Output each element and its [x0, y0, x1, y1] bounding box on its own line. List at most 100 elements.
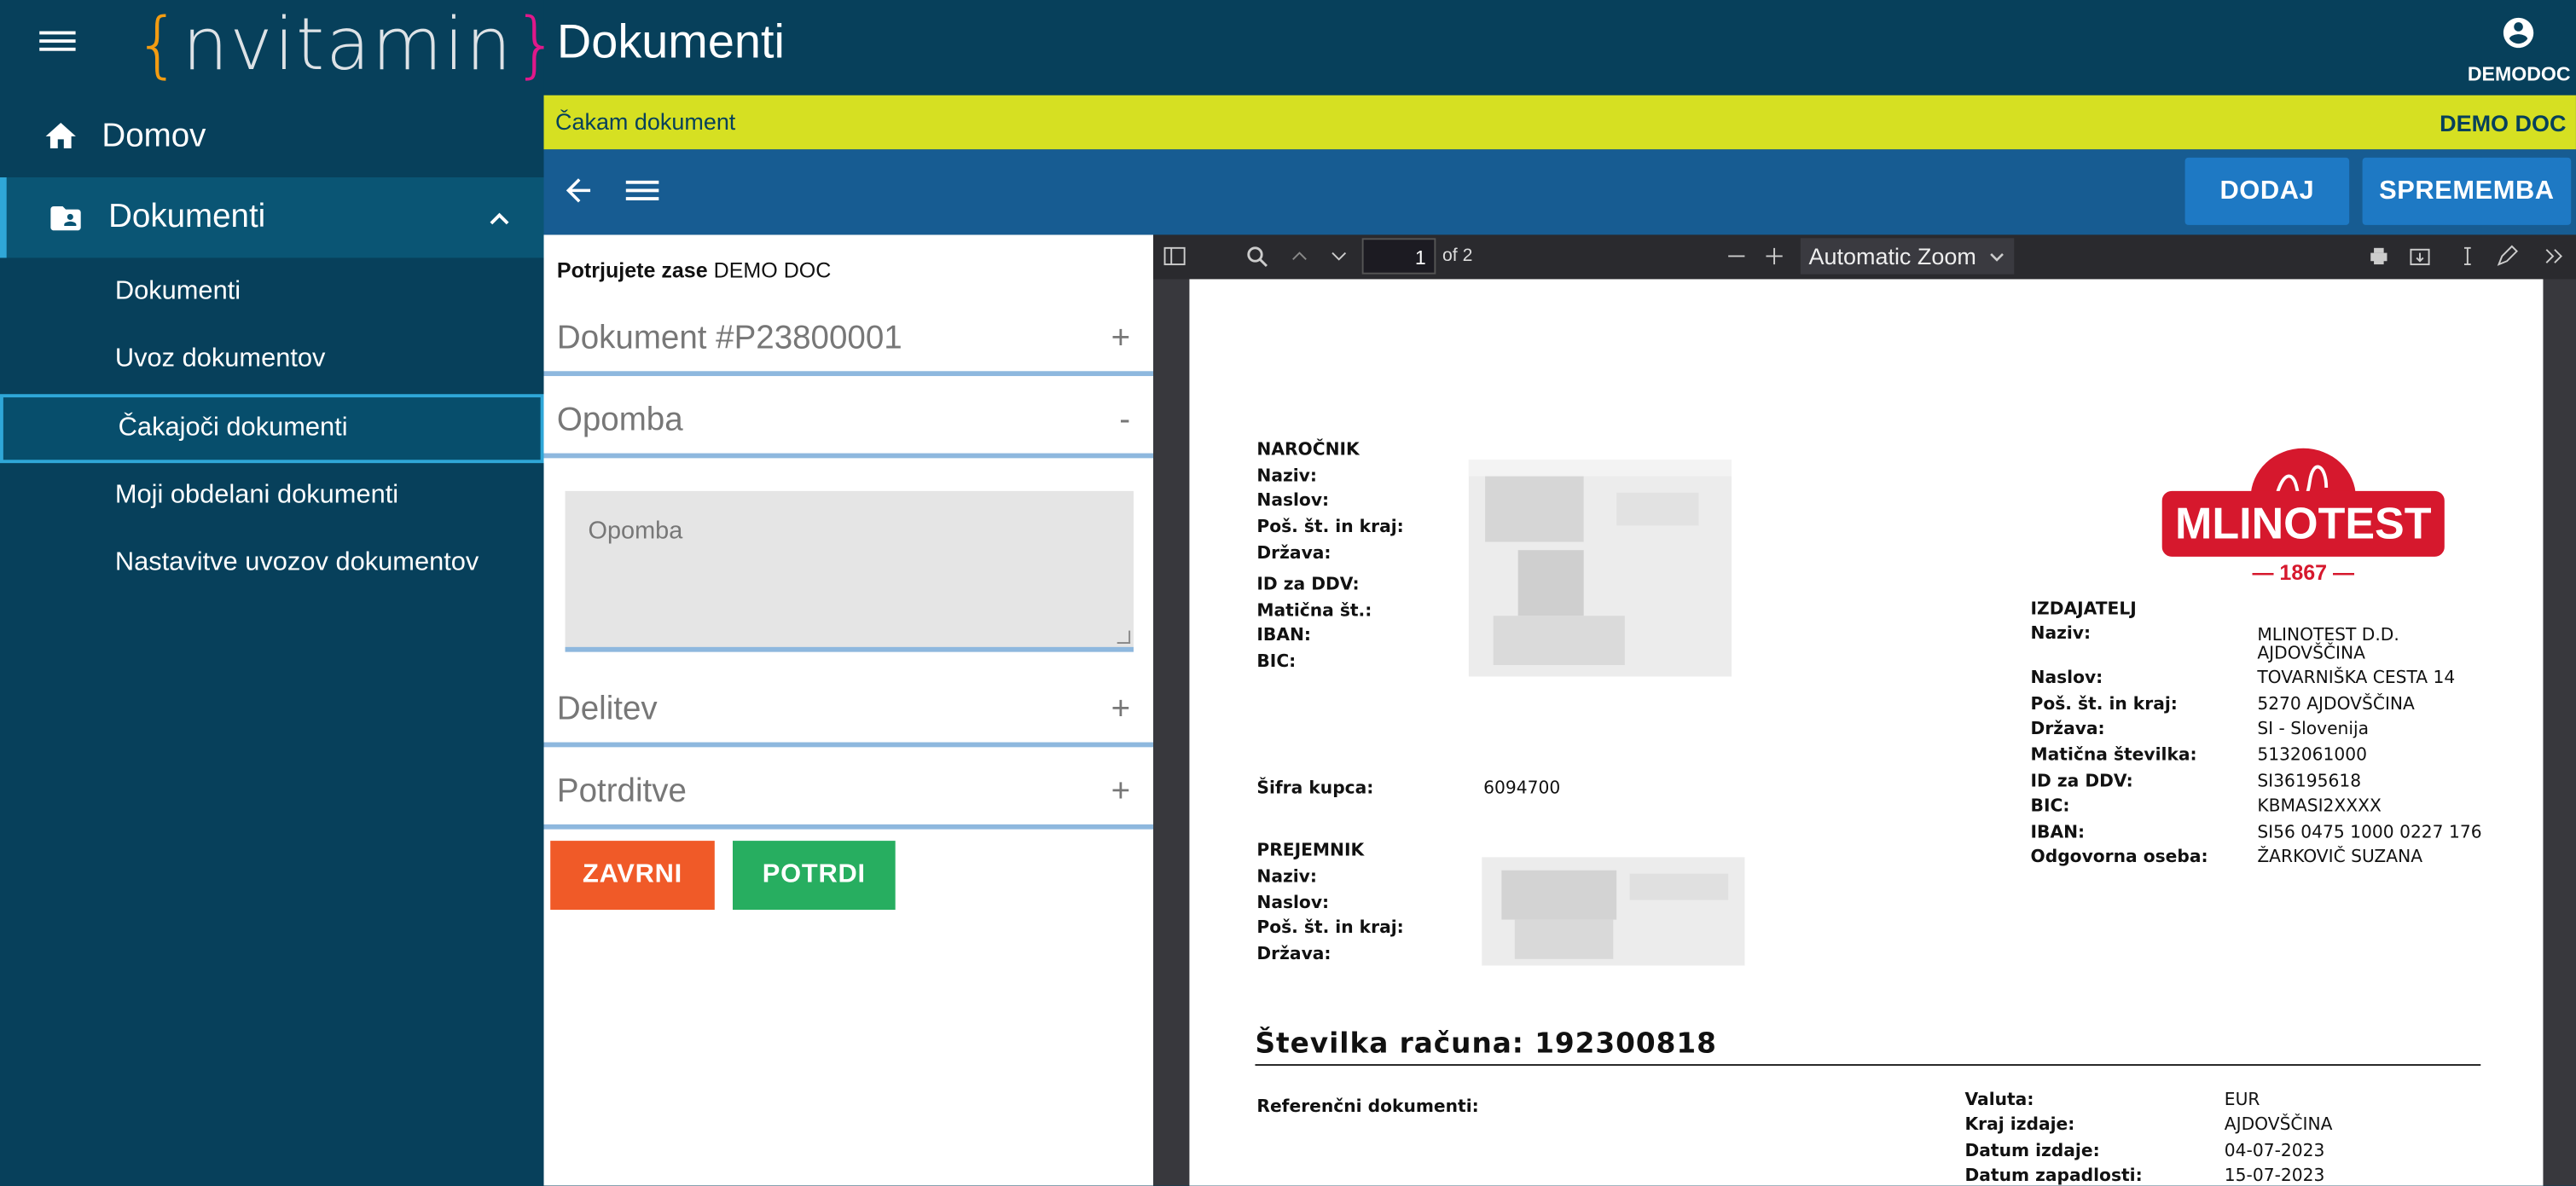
issuer-value: SI56 0475 1000 0227 176 [2257, 822, 2482, 843]
divider [1255, 1064, 2481, 1066]
sidebar-item-my-processed-documents[interactable]: Moji obdelani dokumenti [0, 463, 544, 529]
status-bar: Čakam dokument DEMO DOC [543, 95, 2576, 150]
draw-icon[interactable] [2496, 245, 2519, 268]
section-document[interactable]: Dokument #P23800001 + [543, 294, 1154, 377]
page-up-icon[interactable] [1288, 245, 1311, 268]
page-number-input[interactable]: 1 [1361, 238, 1436, 275]
buyer-label: Država: [1256, 543, 1332, 564]
issuer-label: Poš. št. in kraj: [2030, 694, 2178, 714]
chevron-up-icon[interactable] [488, 207, 511, 230]
arrow-back-icon[interactable] [560, 172, 596, 208]
buyer-label: BIC: [1256, 651, 1297, 672]
buyer-label: Naslov: [1256, 490, 1330, 511]
meta-value: EUR [2224, 1090, 2260, 1110]
expand-icon[interactable]: + [1111, 321, 1131, 358]
confirm-name: DEMO DOC [713, 257, 832, 283]
expand-icon[interactable]: + [1111, 773, 1131, 811]
sidebar-item-pending-documents[interactable]: Čakajoči dokumenti [0, 394, 544, 464]
nav-home[interactable]: Domov [0, 99, 544, 175]
page-down-icon[interactable] [1327, 245, 1350, 268]
sidebar-item-import-documents[interactable]: Uvoz dokumentov [0, 327, 544, 392]
customer-code-value: 6094700 [1483, 778, 1561, 799]
add-button[interactable]: DODAJ [2184, 157, 2350, 225]
zoom-in-icon[interactable] [1763, 245, 1786, 268]
brand-name: MLINOTEST [2175, 500, 2432, 549]
pdf-page: NAROČNIK Naziv: Naslov: Poš. št. in kraj… [1189, 279, 2544, 1186]
save-icon[interactable] [2409, 245, 2432, 268]
confirm-for: Potrjujete zase DEMO DOC [557, 257, 831, 282]
buyer-label: Matična št.: [1256, 600, 1372, 622]
reference-docs-label: Referenčni dokumenti: [1256, 1096, 1479, 1117]
issuer-label: Matična številka: [2030, 745, 2197, 766]
section-note[interactable]: Opomba - [543, 376, 1154, 459]
meta-label: Kraj izdaje: [1964, 1114, 2075, 1135]
list-menu-icon[interactable] [625, 176, 659, 202]
page-count: of 2 [1442, 246, 1473, 267]
section-confirmations-title: Potrditve [556, 773, 687, 810]
issuer-label: BIC: [2030, 796, 2070, 817]
issuer-value: 5132061000 [2257, 745, 2368, 766]
user-menu[interactable]: DEMODOC [2468, 14, 2571, 85]
section-sharing[interactable]: Delitev + [543, 665, 1154, 748]
change-button[interactable]: SPREMEMBA [2362, 157, 2572, 225]
collapse-icon[interactable]: - [1119, 402, 1130, 440]
issuer-heading: IZDAJATELJ [2030, 599, 2137, 620]
sidebar-item-import-settings[interactable]: Nastavitve uvozov dokumentov [0, 530, 544, 596]
document-toolbar: DODAJ SPREMEMBA [543, 149, 2576, 235]
issuer-value: KBMASI2XXXX [2257, 796, 2382, 817]
buyer-label: Poš. št. in kraj: [1256, 517, 1404, 537]
receiver-label: Naslov: [1256, 893, 1330, 913]
home-icon [45, 122, 76, 148]
search-icon[interactable] [1245, 245, 1268, 268]
zoom-out-icon[interactable] [1725, 245, 1748, 268]
meta-value: AJDOVŠČINA [2224, 1114, 2333, 1135]
mlinotest-logo: MLINOTEST — 1867 — [2161, 448, 2445, 583]
meta-value: 04-07-2023 [2224, 1141, 2325, 1161]
note-placeholder: Opomba [588, 517, 683, 546]
redacted-buyer-info [1468, 460, 1732, 677]
issuer-label: Naziv: [2030, 623, 2092, 644]
buyer-heading: NAROČNIK [1256, 440, 1360, 460]
buyer-label: IBAN: [1256, 625, 1312, 645]
issuer-label: Naslov: [2030, 668, 2103, 688]
hamburger-menu-icon[interactable] [39, 26, 76, 56]
pdf-toolbar: 1 of 2 Automatic Zoom [1153, 234, 2576, 280]
meta-label: Datum zapadlosti: [1964, 1166, 2143, 1186]
pdf-viewer: 1 of 2 Automatic Zoom NAROČNIK Naziv: Na… [1153, 234, 2576, 1186]
sidebar: {nvitamin} Domov Dokumenti Dokumenti Uvo… [0, 0, 560, 1186]
section-confirmations[interactable]: Potrditve + [543, 747, 1154, 830]
meta-label: Valuta: [1964, 1090, 2034, 1110]
account-circle-icon [2503, 17, 2534, 49]
reject-button[interactable]: ZAVRNI [550, 841, 715, 911]
receiver-label: Država: [1256, 944, 1332, 964]
chevron-down-icon [1990, 253, 2004, 262]
text-cursor-icon[interactable] [2456, 245, 2479, 268]
note-textarea[interactable]: Opomba [565, 490, 1134, 652]
customer-code-label: Šifra kupca: [1256, 778, 1374, 799]
issuer-value: AJDOVŠČINA [2257, 643, 2365, 664]
issuer-value: MLINOTEST D.D. [2257, 625, 2399, 645]
zoom-select[interactable]: Automatic Zoom [1800, 238, 2015, 275]
resize-handle-icon[interactable] [1117, 630, 1131, 644]
issuer-value: TOVARNIŠKA CESTA 14 [2257, 668, 2456, 688]
expand-icon[interactable]: + [1111, 691, 1131, 729]
print-icon[interactable] [2367, 245, 2390, 268]
nvitamin-logo[interactable]: {nvitamin} [135, 3, 560, 87]
nav-documents[interactable]: Dokumenti [0, 177, 544, 258]
sidebar-toggle-icon[interactable] [1163, 245, 1186, 268]
confirm-prefix: Potrjujete zase [556, 257, 708, 283]
issuer-value: SI36195618 [2257, 772, 2362, 792]
sidebar-item-documents[interactable]: Dokumenti [0, 259, 544, 325]
receiver-label: Poš. št. in kraj: [1256, 917, 1404, 938]
issuer-value: SI - Slovenija [2257, 719, 2369, 739]
brand-year: — 1867 — [2252, 561, 2355, 583]
confirm-button[interactable]: POTRDI [732, 841, 896, 911]
issuer-label: IBAN: [2030, 822, 2086, 843]
buyer-label: Naziv: [1256, 466, 1317, 487]
section-note-title: Opomba [556, 402, 683, 439]
section-sharing-title: Delitev [556, 691, 658, 728]
section-document-title: Dokument #P23800001 [556, 320, 902, 356]
issuer-label: ID za DDV: [2030, 772, 2133, 792]
folder-shared-icon [50, 205, 81, 230]
more-tools-icon[interactable] [2543, 245, 2566, 268]
